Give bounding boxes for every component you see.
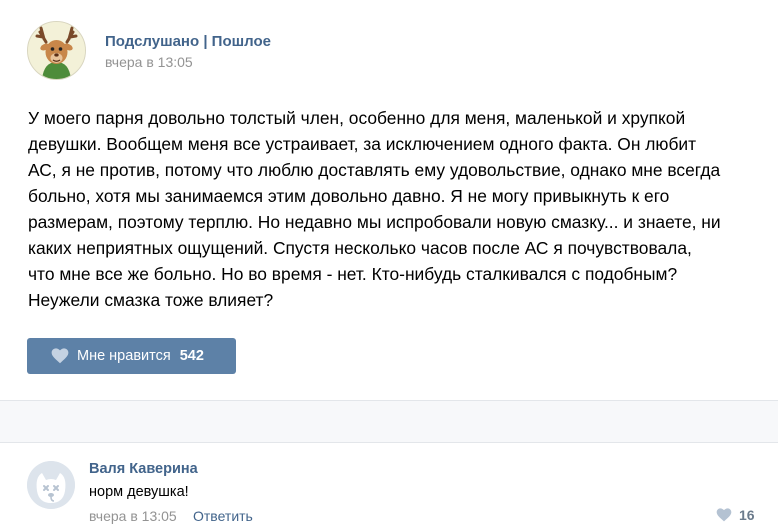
deer-avatar-icon[interactable] <box>27 21 86 80</box>
comments-divider <box>0 400 778 443</box>
post-time[interactable]: вчера в 13:05 <box>105 54 193 70</box>
comment-time[interactable]: вчера в 13:05 <box>89 508 177 524</box>
heart-icon <box>51 348 69 364</box>
post-text-line: АС, я не против, потому что люблю достав… <box>28 160 721 180</box>
post-text: У моего парня довольно толстый член, осо… <box>28 105 763 313</box>
comment-like-button[interactable]: 16 <box>716 507 755 523</box>
group-name[interactable]: Подслушано | Пошлое <box>105 33 271 50</box>
default-dog-avatar-icon[interactable] <box>27 461 75 509</box>
comment-author[interactable]: Валя Каверина <box>89 461 198 477</box>
post-text-line: каких неприятных ощущений. Спустя нескол… <box>28 238 692 258</box>
post-text-line: размерам, поэтому терплю. Но недавно мы … <box>28 212 721 232</box>
post-text-line: что мне все же больно. Но во время - нет… <box>28 264 678 284</box>
like-count: 542 <box>179 348 204 364</box>
like-button[interactable]: Мне нравится 542 <box>27 338 236 374</box>
post-text-line: девушки. Вообщем меня все устраивает, за… <box>28 134 697 154</box>
post-text-line: У моего парня довольно толстый член, осо… <box>28 108 686 128</box>
heart-icon <box>716 508 732 522</box>
post-text-line: больно, хотя мы занимаемся этим довольно… <box>28 186 670 206</box>
comment-like-count: 16 <box>739 507 755 523</box>
comment: Валя Каверина норм девушка! вчера в 13:0… <box>0 444 778 528</box>
comment-text: норм девушка! <box>89 484 189 500</box>
post-text-line: Неужели смазка тоже влияет? <box>28 290 274 310</box>
like-label: Мне нравится <box>77 348 171 364</box>
post-header: Подслушано | Пошлое вчера в 13:05 <box>27 21 727 81</box>
reply-button[interactable]: Ответить <box>193 508 253 524</box>
